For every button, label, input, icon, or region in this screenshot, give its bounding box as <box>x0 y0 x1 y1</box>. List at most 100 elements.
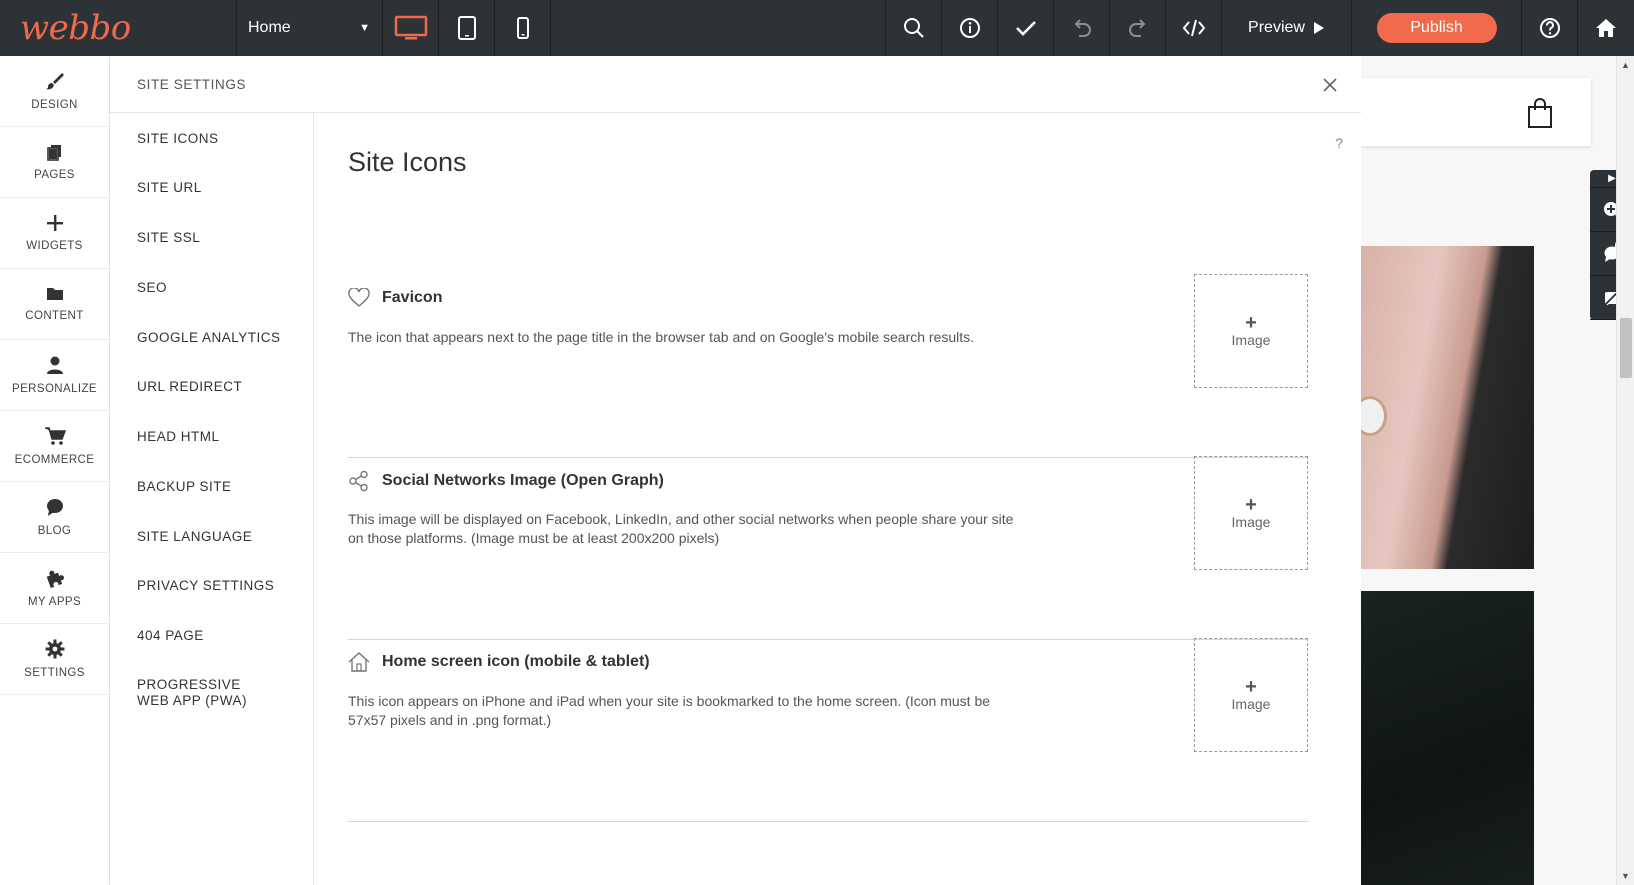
redo-button[interactable] <box>1110 0 1166 56</box>
page-select-value: Home <box>248 19 291 36</box>
nav-item-pages[interactable]: PAGES <box>0 127 109 198</box>
site-icons-content: ? Site Icons Favicon The icon that appea… <box>314 113 1361 885</box>
nav-label-design: DESIGN <box>31 99 78 111</box>
nav-item-personalize[interactable]: PERSONALIZE <box>0 340 109 411</box>
help-button[interactable] <box>1522 0 1578 56</box>
preview-photo-fashion <box>1361 246 1534 569</box>
preview-button[interactable]: Preview <box>1222 0 1352 56</box>
nav-label-settings: SETTINGS <box>24 667 85 679</box>
favicon-image-upload[interactable]: + Image <box>1194 274 1308 388</box>
upload-label: Image <box>1231 332 1271 348</box>
tablet-icon <box>457 16 476 40</box>
favicon-section: Favicon The icon that appears next to th… <box>348 274 1308 458</box>
home-icon <box>1596 19 1616 37</box>
submenu-pwa[interactable]: PROGRESSIVE WEB APP (PWA) <box>137 677 277 709</box>
brush-icon <box>45 73 64 90</box>
site-settings-panel: SITE SETTINGS SITE ICONS SITE URL SITE S… <box>110 56 1361 885</box>
site-preview-area: ▶ 4 ▲ ▼ <box>1361 56 1634 885</box>
plus-icon <box>46 215 63 231</box>
submenu-site-url[interactable]: SITE URL <box>137 180 202 196</box>
preview-scrollbar[interactable]: ▲ ▼ <box>1616 56 1634 885</box>
close-icon[interactable] <box>1321 76 1339 94</box>
gear-icon <box>45 639 64 659</box>
home-outline-icon <box>348 652 370 672</box>
panel-header: SITE SETTINGS <box>110 56 1361 113</box>
nav-item-settings[interactable]: SETTINGS <box>0 624 109 695</box>
favicon-title: Favicon <box>348 288 442 308</box>
page-select-dropdown[interactable]: Home ▼ <box>237 0 383 56</box>
webbo-logo[interactable]: webbo <box>0 0 237 56</box>
checkmark-button[interactable] <box>998 0 1054 56</box>
nav-item-widgets[interactable]: WIDGETS <box>0 198 109 269</box>
top-toolbar: webbo Home ▼ Preview Publish <box>0 0 1634 56</box>
home-screen-title-text: Home screen icon (mobile & tablet) <box>382 653 650 670</box>
home-screen-icon-section: Home screen icon (mobile & tablet) This … <box>348 638 1308 822</box>
undo-button[interactable] <box>1054 0 1110 56</box>
play-icon <box>1313 22 1324 34</box>
preview-label: Preview <box>1248 19 1305 36</box>
code-button[interactable] <box>1166 0 1222 56</box>
info-button[interactable] <box>942 0 998 56</box>
home-screen-image-upload[interactable]: + Image <box>1194 638 1308 752</box>
help-icon <box>1539 18 1560 38</box>
shopping-bag-icon[interactable] <box>1527 98 1553 128</box>
submenu-url-redirect[interactable]: URL REDIRECT <box>137 379 242 395</box>
scroll-down-icon[interactable]: ▼ <box>1621 871 1630 881</box>
submenu-head-html[interactable]: HEAD HTML <box>137 429 220 445</box>
submenu-seo[interactable]: SEO <box>137 280 167 296</box>
info-icon <box>959 18 980 38</box>
nav-label-pages: PAGES <box>34 169 75 181</box>
undo-icon <box>1074 19 1091 37</box>
home-button[interactable] <box>1578 0 1634 56</box>
search-button[interactable] <box>886 0 942 56</box>
submenu-google-analytics[interactable]: GOOGLE ANALYTICS <box>137 330 281 346</box>
open-graph-image-upload[interactable]: + Image <box>1194 456 1308 570</box>
open-graph-description: This image will be displayed on Facebook… <box>348 511 1014 546</box>
nav-label-ecommerce: ECOMMERCE <box>14 454 95 466</box>
scroll-thumb[interactable] <box>1620 318 1632 378</box>
mobile-view-button[interactable] <box>495 0 551 56</box>
open-graph-title: Social Networks Image (Open Graph) <box>348 470 664 492</box>
search-icon <box>903 18 924 38</box>
nav-item-my-apps[interactable]: MY APPS <box>0 553 109 624</box>
submenu-site-icons[interactable]: SITE ICONS <box>137 131 219 147</box>
nav-item-content[interactable]: CONTENT <box>0 269 109 340</box>
favicon-description: The icon that appears next to the page t… <box>348 329 975 345</box>
settings-submenu: SITE ICONS SITE URL SITE SSL SEO GOOGLE … <box>110 113 314 885</box>
help-question-icon[interactable]: ? <box>1335 135 1343 151</box>
submenu-privacy-settings[interactable]: PRIVACY SETTINGS <box>137 578 274 594</box>
preview-site-header <box>1361 78 1591 146</box>
open-graph-section: Social Networks Image (Open Graph) This … <box>348 456 1308 640</box>
code-icon <box>1182 19 1205 37</box>
scroll-up-icon[interactable]: ▲ <box>1621 60 1630 70</box>
chevron-down-icon: ▼ <box>359 22 370 34</box>
upload-label: Image <box>1231 514 1271 530</box>
plus-icon: + <box>1245 494 1257 516</box>
nav-item-blog[interactable]: BLOG <box>0 482 109 553</box>
toolbar-spacer <box>551 0 886 56</box>
content-title: Site Icons <box>348 147 467 177</box>
watch-shape <box>1361 396 1387 436</box>
submenu-site-language[interactable]: SITE LANGUAGE <box>137 529 252 545</box>
tablet-view-button[interactable] <box>439 0 495 56</box>
publish-button[interactable]: Publish <box>1376 13 1497 43</box>
home-screen-title: Home screen icon (mobile & tablet) <box>348 652 650 672</box>
publish-wrap: Publish <box>1352 0 1522 56</box>
nav-item-design[interactable]: DESIGN <box>0 56 109 127</box>
upload-label: Image <box>1231 696 1271 712</box>
submenu-site-ssl[interactable]: SITE SSL <box>137 230 200 246</box>
nav-item-ecommerce[interactable]: ECOMMERCE <box>0 411 109 482</box>
person-icon <box>46 356 63 374</box>
puzzle-icon <box>46 570 64 588</box>
submenu-backup-site[interactable]: BACKUP SITE <box>137 479 232 495</box>
left-nav: DESIGN PAGES WIDGETS CONTENT PERSONALIZE… <box>0 56 110 885</box>
redo-icon <box>1128 19 1145 37</box>
desktop-view-button[interactable] <box>383 0 439 56</box>
mobile-icon <box>516 17 529 39</box>
plus-icon: + <box>1245 312 1257 334</box>
desktop-icon <box>394 15 427 40</box>
submenu-404-page[interactable]: 404 PAGE <box>137 628 204 644</box>
nav-label-my-apps: MY APPS <box>27 596 82 608</box>
preview-photo-dark <box>1361 591 1534 885</box>
folder-icon <box>46 288 63 300</box>
